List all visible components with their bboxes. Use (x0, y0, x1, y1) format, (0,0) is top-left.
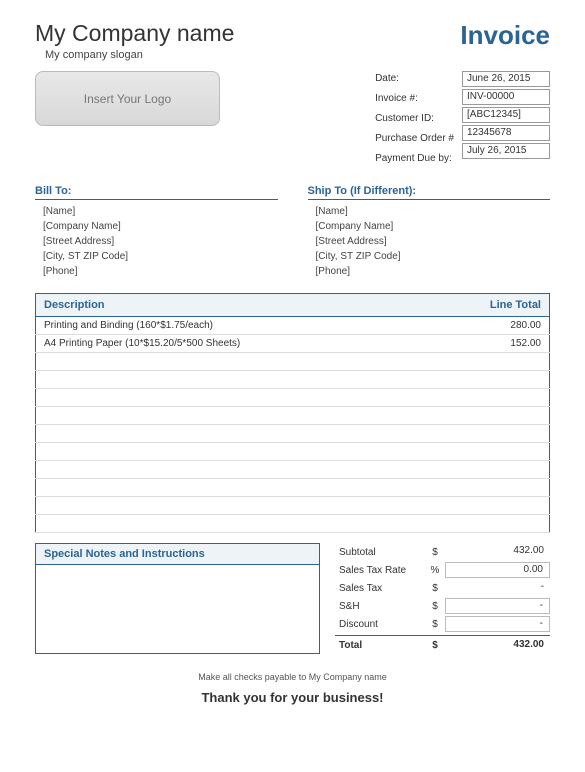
discount-label: Discount (335, 619, 425, 630)
logo-placeholder-text: Insert Your Logo (84, 92, 171, 106)
total-row: Total $ 432.00 (335, 635, 550, 653)
bottom-row: Special Notes and Instructions Subtotal … (35, 543, 550, 654)
table-row[interactable]: . (36, 425, 550, 443)
item-line-total: 280.00 (460, 317, 550, 335)
ship-to-block: Ship To (If Different): [Name] [Company … (308, 185, 551, 281)
sh-label: S&H (335, 601, 425, 612)
company-slogan: My company slogan (45, 49, 234, 61)
tax-row: Sales Tax $ - (335, 579, 550, 597)
notes-title: Special Notes and Instructions (36, 544, 319, 565)
subtotal-row: Subtotal $ 432.00 (335, 543, 550, 561)
top-row: Insert Your Logo Date: Invoice #: Custom… (35, 71, 550, 167)
bill-to-street[interactable]: [Street Address] (43, 236, 278, 247)
tax-symbol: $ (425, 583, 445, 594)
meta-label-po: Purchase Order # (375, 131, 454, 147)
tax-value: - (445, 580, 550, 596)
table-row[interactable]: . (36, 479, 550, 497)
col-description: Description (36, 294, 460, 317)
sh-row: S&H $ - (335, 597, 550, 615)
footer-payable: Make all checks payable to My Company na… (35, 672, 550, 682)
taxrate-row: Sales Tax Rate % 0.00 (335, 561, 550, 579)
bill-to-block: Bill To: [Name] [Company Name] [Street A… (35, 185, 278, 281)
ship-to-name[interactable]: [Name] (316, 206, 551, 217)
items-body: Printing and Binding (160*$1.75/each) 28… (36, 317, 550, 533)
taxrate-label: Sales Tax Rate (335, 565, 425, 576)
subtotal-label: Subtotal (335, 547, 425, 558)
total-symbol: $ (425, 640, 445, 651)
bill-to-title: Bill To: (35, 185, 278, 200)
bill-to-city[interactable]: [City, ST ZIP Code] (43, 251, 278, 262)
bill-to-name[interactable]: [Name] (43, 206, 278, 217)
totals-block: Subtotal $ 432.00 Sales Tax Rate % 0.00 … (335, 543, 550, 654)
subtotal-symbol: $ (425, 547, 445, 558)
bill-to-company[interactable]: [Company Name] (43, 221, 278, 232)
table-row[interactable]: . (36, 497, 550, 515)
logo-placeholder[interactable]: Insert Your Logo (35, 71, 220, 126)
subtotal-value: 432.00 (445, 544, 550, 560)
footer-thanks: Thank you for your business! (35, 690, 550, 705)
meta-value-due[interactable]: July 26, 2015 (462, 143, 550, 159)
table-row[interactable]: . (36, 461, 550, 479)
ship-to-title: Ship To (If Different): (308, 185, 551, 200)
meta-label-invoice-no: Invoice #: (375, 91, 454, 107)
address-row: Bill To: [Name] [Company Name] [Street A… (35, 185, 550, 281)
table-row[interactable]: . (36, 371, 550, 389)
invoice-title: Invoice (460, 20, 550, 51)
table-row[interactable]: Printing and Binding (160*$1.75/each) 28… (36, 317, 550, 335)
taxrate-value[interactable]: 0.00 (445, 562, 550, 578)
table-row[interactable]: . (36, 443, 550, 461)
item-description: A4 Printing Paper (10*$15.20/5*500 Sheet… (36, 335, 460, 353)
item-description: Printing and Binding (160*$1.75/each) (36, 317, 460, 335)
sh-symbol: $ (425, 601, 445, 612)
company-block: My Company name My company slogan (35, 20, 234, 61)
table-row[interactable]: . (36, 389, 550, 407)
total-value: 432.00 (445, 638, 550, 654)
discount-symbol: $ (425, 619, 445, 630)
items-table: Description Line Total Printing and Bind… (35, 293, 550, 533)
meta-label-date: Date: (375, 71, 454, 87)
sh-value[interactable]: - (445, 598, 550, 614)
header: My Company name My company slogan Invoic… (35, 20, 550, 61)
col-line-total: Line Total (460, 294, 550, 317)
ship-to-city[interactable]: [City, ST ZIP Code] (316, 251, 551, 262)
table-row[interactable]: A4 Printing Paper (10*$15.20/5*500 Sheet… (36, 335, 550, 353)
table-row[interactable]: . (36, 353, 550, 371)
discount-value[interactable]: - (445, 616, 550, 632)
meta-label-due: Payment Due by: (375, 151, 454, 167)
notes-body[interactable] (36, 565, 319, 653)
table-row[interactable]: . (36, 515, 550, 533)
notes-box: Special Notes and Instructions (35, 543, 320, 654)
invoice-meta: Date: Invoice #: Customer ID: Purchase O… (375, 71, 550, 167)
meta-value-date[interactable]: June 26, 2015 (462, 71, 550, 87)
ship-to-phone[interactable]: [Phone] (316, 266, 551, 277)
taxrate-symbol: % (425, 565, 445, 576)
item-line-total: 152.00 (460, 335, 550, 353)
meta-values: June 26, 2015 INV-00000 [ABC12345] 12345… (462, 71, 550, 167)
ship-to-company[interactable]: [Company Name] (316, 221, 551, 232)
total-label: Total (335, 640, 425, 651)
meta-value-po[interactable]: 12345678 (462, 125, 550, 141)
meta-label-customer-id: Customer ID: (375, 111, 454, 127)
meta-labels: Date: Invoice #: Customer ID: Purchase O… (375, 71, 454, 167)
ship-to-street[interactable]: [Street Address] (316, 236, 551, 247)
company-name: My Company name (35, 20, 234, 47)
tax-label: Sales Tax (335, 583, 425, 594)
bill-to-phone[interactable]: [Phone] (43, 266, 278, 277)
discount-row: Discount $ - (335, 615, 550, 633)
meta-value-customer-id[interactable]: [ABC12345] (462, 107, 550, 123)
meta-value-invoice-no[interactable]: INV-00000 (462, 89, 550, 105)
table-row[interactable]: . (36, 407, 550, 425)
